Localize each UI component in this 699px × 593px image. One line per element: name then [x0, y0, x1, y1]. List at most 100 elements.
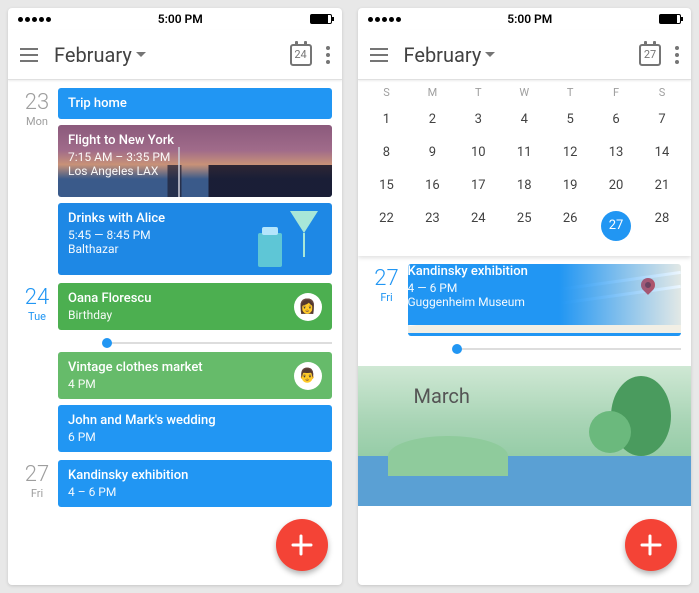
- plus-icon: [291, 534, 313, 556]
- overflow-icon[interactable]: [326, 46, 330, 64]
- event-card[interactable]: Trip home: [58, 88, 332, 119]
- today-icon[interactable]: 27: [639, 44, 661, 66]
- calendar-day[interactable]: 10: [455, 145, 501, 160]
- calendar-day[interactable]: 7: [639, 112, 685, 127]
- event-time: 7:15 AM – 3:35 PM: [68, 150, 322, 164]
- date-number: 27: [16, 462, 58, 487]
- event-title: Vintage clothes market: [68, 360, 322, 375]
- weekday-label: M: [409, 86, 455, 99]
- menu-icon[interactable]: [20, 48, 38, 62]
- event-location: Los Angeles LAX: [68, 164, 322, 178]
- status-bar: 5:00 PM: [358, 8, 692, 30]
- avatar: 👩: [294, 293, 322, 321]
- today-icon[interactable]: 24: [290, 44, 312, 66]
- event-time: 5:45 — 8:45 PM: [68, 228, 322, 242]
- event-title: Flight to New York: [68, 133, 322, 148]
- calendar-day[interactable]: 21: [639, 178, 685, 193]
- date-weekday: Fri: [366, 291, 408, 304]
- create-event-fab[interactable]: [276, 519, 328, 571]
- calendar-day[interactable]: 3: [455, 112, 501, 127]
- calendar-day[interactable]: 26: [547, 211, 593, 241]
- calendar-day[interactable]: 22: [364, 211, 410, 241]
- event-time: 6 PM: [68, 430, 322, 444]
- event-location: Balthazar: [68, 242, 322, 256]
- month-dropdown[interactable]: February: [54, 43, 146, 67]
- status-bar: 5:00 PM: [8, 8, 342, 30]
- event-title: Kandinsky exhibition: [408, 264, 682, 279]
- week-row: 1234567: [358, 103, 692, 136]
- event-card[interactable]: Kandinsky exhibition 4 – 6 PM: [58, 460, 332, 507]
- month-label: February: [404, 43, 482, 67]
- week-row: 891011121314: [358, 136, 692, 169]
- month-hero: March: [358, 366, 692, 506]
- phone-month: 5:00 PM February 27 SMTWTFS 123456789101…: [358, 8, 692, 585]
- weekday-label: S: [639, 86, 685, 99]
- calendar-day[interactable]: 1: [364, 112, 410, 127]
- overflow-icon[interactable]: [675, 46, 679, 64]
- weekday-label: S: [364, 86, 410, 99]
- calendar-day[interactable]: 2: [409, 112, 455, 127]
- status-time: 5:00 PM: [158, 12, 203, 26]
- weekday-header: SMTWTFS: [358, 80, 692, 103]
- event-location: Guggenheim Museum: [408, 295, 682, 309]
- calendar-day[interactable]: 23: [409, 211, 455, 241]
- calendar-day[interactable]: 8: [364, 145, 410, 160]
- event-title: John and Mark's wedding: [68, 413, 322, 428]
- day-block: 24TueOana FlorescuBirthday👩Vintage cloth…: [8, 275, 342, 452]
- calendar-day[interactable]: 6: [593, 112, 639, 127]
- event-card[interactable]: Vintage clothes market4 PM👨: [58, 352, 332, 399]
- calendar-day[interactable]: 17: [455, 178, 501, 193]
- event-time: 4 — 6 PM: [408, 281, 682, 295]
- month-dropdown[interactable]: February: [404, 43, 496, 67]
- calendar-day[interactable]: 4: [501, 112, 547, 127]
- create-event-fab[interactable]: [625, 519, 677, 571]
- phone-agenda: 5:00 PM February 24 23Mon Trip home Flight…: [8, 8, 342, 585]
- calendar-day[interactable]: 18: [501, 178, 547, 193]
- event-title: Oana Florescu: [68, 291, 322, 306]
- event-card[interactable]: Oana Florescu Birthday👩: [58, 283, 332, 330]
- day-block: 23Mon Trip home Flight to New York 7:15 AM …: [8, 80, 342, 275]
- date-weekday: Mon: [16, 115, 58, 128]
- calendar-day[interactable]: 28: [639, 211, 685, 241]
- calendar-day[interactable]: 27: [601, 211, 631, 241]
- event-time: 4 – 6 PM: [68, 485, 322, 499]
- event-card[interactable]: Drinks with Alice5:45 — 8:45 PMBalthazar: [58, 203, 332, 275]
- event-card[interactable]: Kandinsky exhibition 4 — 6 PM Guggenheim…: [408, 264, 682, 336]
- weekday-label: T: [455, 86, 501, 99]
- month-scroll[interactable]: SMTWTFS 12345678910111213141516171819202…: [358, 80, 692, 585]
- next-month-label: March: [414, 384, 470, 408]
- menu-icon[interactable]: [370, 48, 388, 62]
- app-bar: February 27: [358, 30, 692, 80]
- calendar-day[interactable]: 9: [409, 145, 455, 160]
- battery-icon: [659, 14, 681, 24]
- calendar-day[interactable]: 15: [364, 178, 410, 193]
- calendar-day[interactable]: 20: [593, 178, 639, 193]
- agenda-scroll[interactable]: 23Mon Trip home Flight to New York 7:15 AM …: [8, 80, 342, 585]
- calendar-day[interactable]: 14: [639, 145, 685, 160]
- month-label: February: [54, 43, 132, 67]
- calendar-day[interactable]: 16: [409, 178, 455, 193]
- calendar-day[interactable]: 5: [547, 112, 593, 127]
- day-block: 27Fri Kandinsky exhibition 4 – 6 PM: [8, 452, 342, 500]
- date-number: 27: [366, 266, 408, 291]
- calendar-day[interactable]: 11: [501, 145, 547, 160]
- weekday-label: T: [547, 86, 593, 99]
- calendar-day[interactable]: 19: [547, 178, 593, 193]
- date-weekday: Fri: [16, 487, 58, 500]
- event-time: Birthday: [68, 308, 322, 322]
- now-indicator: [108, 342, 332, 344]
- weekday-label: W: [501, 86, 547, 99]
- date-number: 23: [16, 90, 58, 115]
- signal-dots-icon: [368, 17, 401, 22]
- event-card[interactable]: John and Mark's wedding 6 PM: [58, 405, 332, 452]
- event-title: Kandinsky exhibition: [68, 468, 322, 483]
- plus-icon: [640, 534, 662, 556]
- calendar-day[interactable]: 12: [547, 145, 593, 160]
- calendar-day[interactable]: 24: [455, 211, 501, 241]
- event-card[interactable]: Flight to New York 7:15 AM – 3:35 PMLos A…: [58, 125, 332, 197]
- chevron-down-icon: [485, 52, 495, 58]
- app-bar: February 24: [8, 30, 342, 80]
- event-title: Trip home: [68, 96, 322, 111]
- calendar-day[interactable]: 25: [501, 211, 547, 241]
- calendar-day[interactable]: 13: [593, 145, 639, 160]
